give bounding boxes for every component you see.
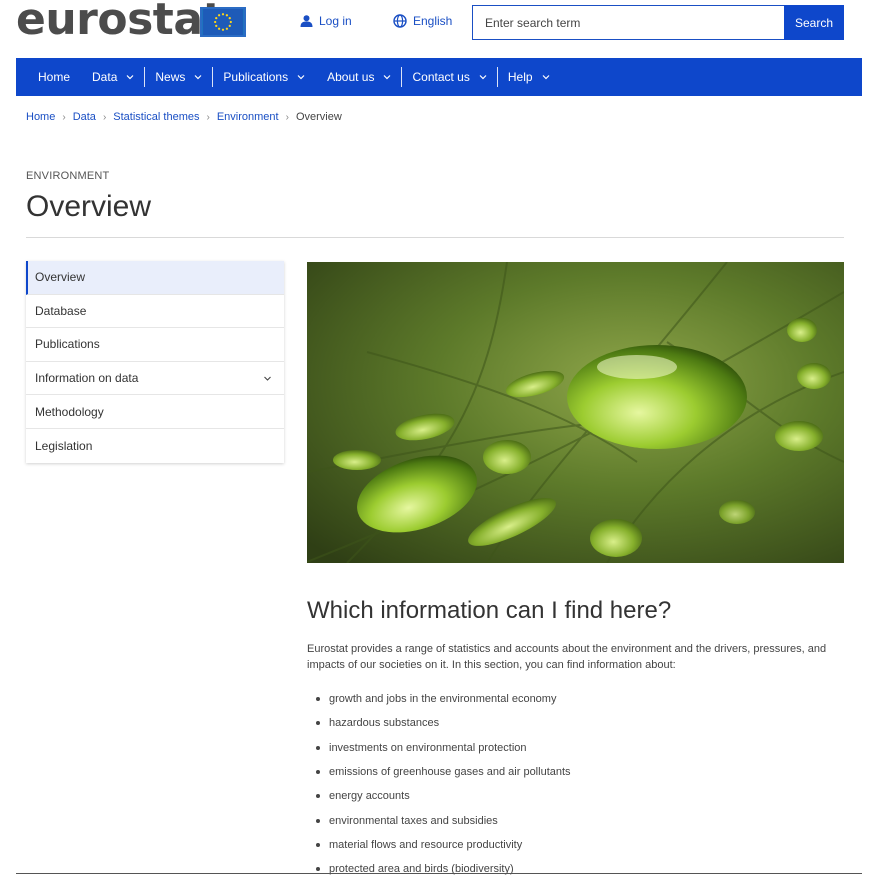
nav-label: News <box>155 70 186 84</box>
nav-item-contact-us[interactable]: Contact us <box>412 58 487 96</box>
side-menu-label: Database <box>35 303 87 318</box>
nav-divider <box>401 67 403 87</box>
list-item-text: material flows and resource productivity <box>329 838 523 851</box>
section-heading: Which information can I find here? <box>307 597 672 624</box>
nav-label: About us <box>327 70 375 84</box>
nav-label: Data <box>92 70 118 84</box>
chevron-down-icon <box>384 75 391 80</box>
list-item-text: hazardous substances <box>329 717 440 730</box>
chevron-down-icon <box>126 75 134 80</box>
bullet-icon <box>316 842 320 847</box>
list-item: investments on environmental protection <box>316 736 571 760</box>
breadcrumb-current: Overview <box>295 111 342 123</box>
search-input[interactable]: Enter search term <box>472 5 784 40</box>
list-item-text: investments on environmental protection <box>329 741 527 754</box>
nav-item-news[interactable]: News <box>155 58 202 96</box>
breadcrumb-link-statistical-themes[interactable]: Statistical themes <box>113 111 199 123</box>
search-button[interactable]: Search <box>784 5 844 40</box>
login-link[interactable]: Log in <box>300 14 352 28</box>
intro-paragraph: Eurostat provides a range of statistics … <box>307 643 827 671</box>
breadcrumb-link-home[interactable]: Home <box>26 111 55 123</box>
chevron-down-icon <box>479 75 487 80</box>
bullet-icon <box>316 745 320 750</box>
side-menu-label: Overview <box>35 270 86 285</box>
chevron-right-icon: › <box>102 111 107 123</box>
bullet-icon <box>316 867 320 872</box>
list-item: growth and jobs in the environmental eco… <box>316 687 571 711</box>
main-navigation: Home Data News Publications About us Con… <box>16 58 862 96</box>
page-bottom-rule <box>16 873 862 874</box>
nav-divider <box>144 67 146 87</box>
nav-item-publications[interactable]: Publications <box>223 58 305 96</box>
breadcrumb-link-environment[interactable]: Environment <box>217 111 279 123</box>
user-icon <box>300 15 313 27</box>
bullet-icon <box>316 794 320 799</box>
language-label: English <box>413 14 453 28</box>
chevron-down-icon <box>297 75 305 80</box>
nav-divider <box>212 67 214 87</box>
bullet-icon <box>316 721 320 726</box>
chevron-right-icon: › <box>62 111 66 123</box>
side-menu-item-legislation[interactable]: Legislation <box>26 429 284 463</box>
nav-label: Publications <box>223 70 289 84</box>
bullet-icon <box>316 770 320 775</box>
nav-label: Home <box>38 70 71 84</box>
bullet-icon <box>316 818 320 823</box>
topics-list: growth and jobs in the environmental eco… <box>316 687 571 875</box>
nav-label: Contact us <box>412 70 470 84</box>
side-menu-label: Methodology <box>35 404 104 419</box>
nav-label: Help <box>507 70 533 84</box>
list-item: environmental taxes and subsidies <box>316 808 571 832</box>
title-divider <box>26 237 844 238</box>
nav-divider <box>496 67 498 87</box>
chevron-down-icon <box>194 75 202 80</box>
page-kicker: ENVIRONMENT <box>26 170 110 182</box>
bullet-icon <box>316 697 320 702</box>
side-menu-item-overview[interactable]: Overview <box>26 261 284 295</box>
language-selector[interactable]: English <box>393 14 452 28</box>
nav-item-data[interactable]: Data <box>92 58 134 96</box>
side-menu-item-information-on-data[interactable]: Information on data <box>26 362 284 396</box>
nav-item-home[interactable]: Home <box>38 58 70 96</box>
side-menu-item-methodology[interactable]: Methodology <box>26 395 284 429</box>
eurostat-logo[interactable]: eurostat <box>16 0 224 45</box>
list-item-text: energy accounts <box>329 790 410 803</box>
globe-icon <box>393 14 407 28</box>
list-item: energy accounts <box>316 784 571 808</box>
breadcrumb: Home › Data › Statistical themes › Envir… <box>26 111 342 123</box>
hero-image-leaf-water-drops <box>307 262 844 563</box>
nav-item-about-us[interactable]: About us <box>327 58 391 96</box>
chevron-down-icon[interactable] <box>263 374 272 383</box>
side-menu: Overview Database Publications Informati… <box>26 261 284 463</box>
list-item: hazardous substances <box>316 711 571 735</box>
eu-flag-icon <box>200 7 246 37</box>
list-item: emissions of greenhouse gases and air po… <box>316 760 571 784</box>
side-menu-label: Legislation <box>35 438 93 453</box>
side-menu-label: Publications <box>35 337 100 352</box>
list-item-text: growth and jobs in the environmental eco… <box>329 693 557 706</box>
login-label: Log in <box>319 14 352 28</box>
nav-item-help[interactable]: Help <box>508 58 550 96</box>
breadcrumb-link-data[interactable]: Data <box>73 111 96 123</box>
chevron-right-icon: › <box>285 111 289 123</box>
page-title: Overview <box>26 190 152 223</box>
list-item: material flows and resource productivity <box>316 833 571 857</box>
side-menu-item-database[interactable]: Database <box>26 295 284 329</box>
side-menu-label: Information on data <box>35 371 139 386</box>
chevron-down-icon <box>542 75 549 80</box>
chevron-right-icon: › <box>206 111 210 123</box>
side-menu-item-publications[interactable]: Publications <box>26 328 284 362</box>
list-item-text: emissions of greenhouse gases and air po… <box>329 766 571 779</box>
list-item-text: environmental taxes and subsidies <box>329 814 498 827</box>
site-header: eurostat Log in English Enter search ter… <box>0 0 874 58</box>
